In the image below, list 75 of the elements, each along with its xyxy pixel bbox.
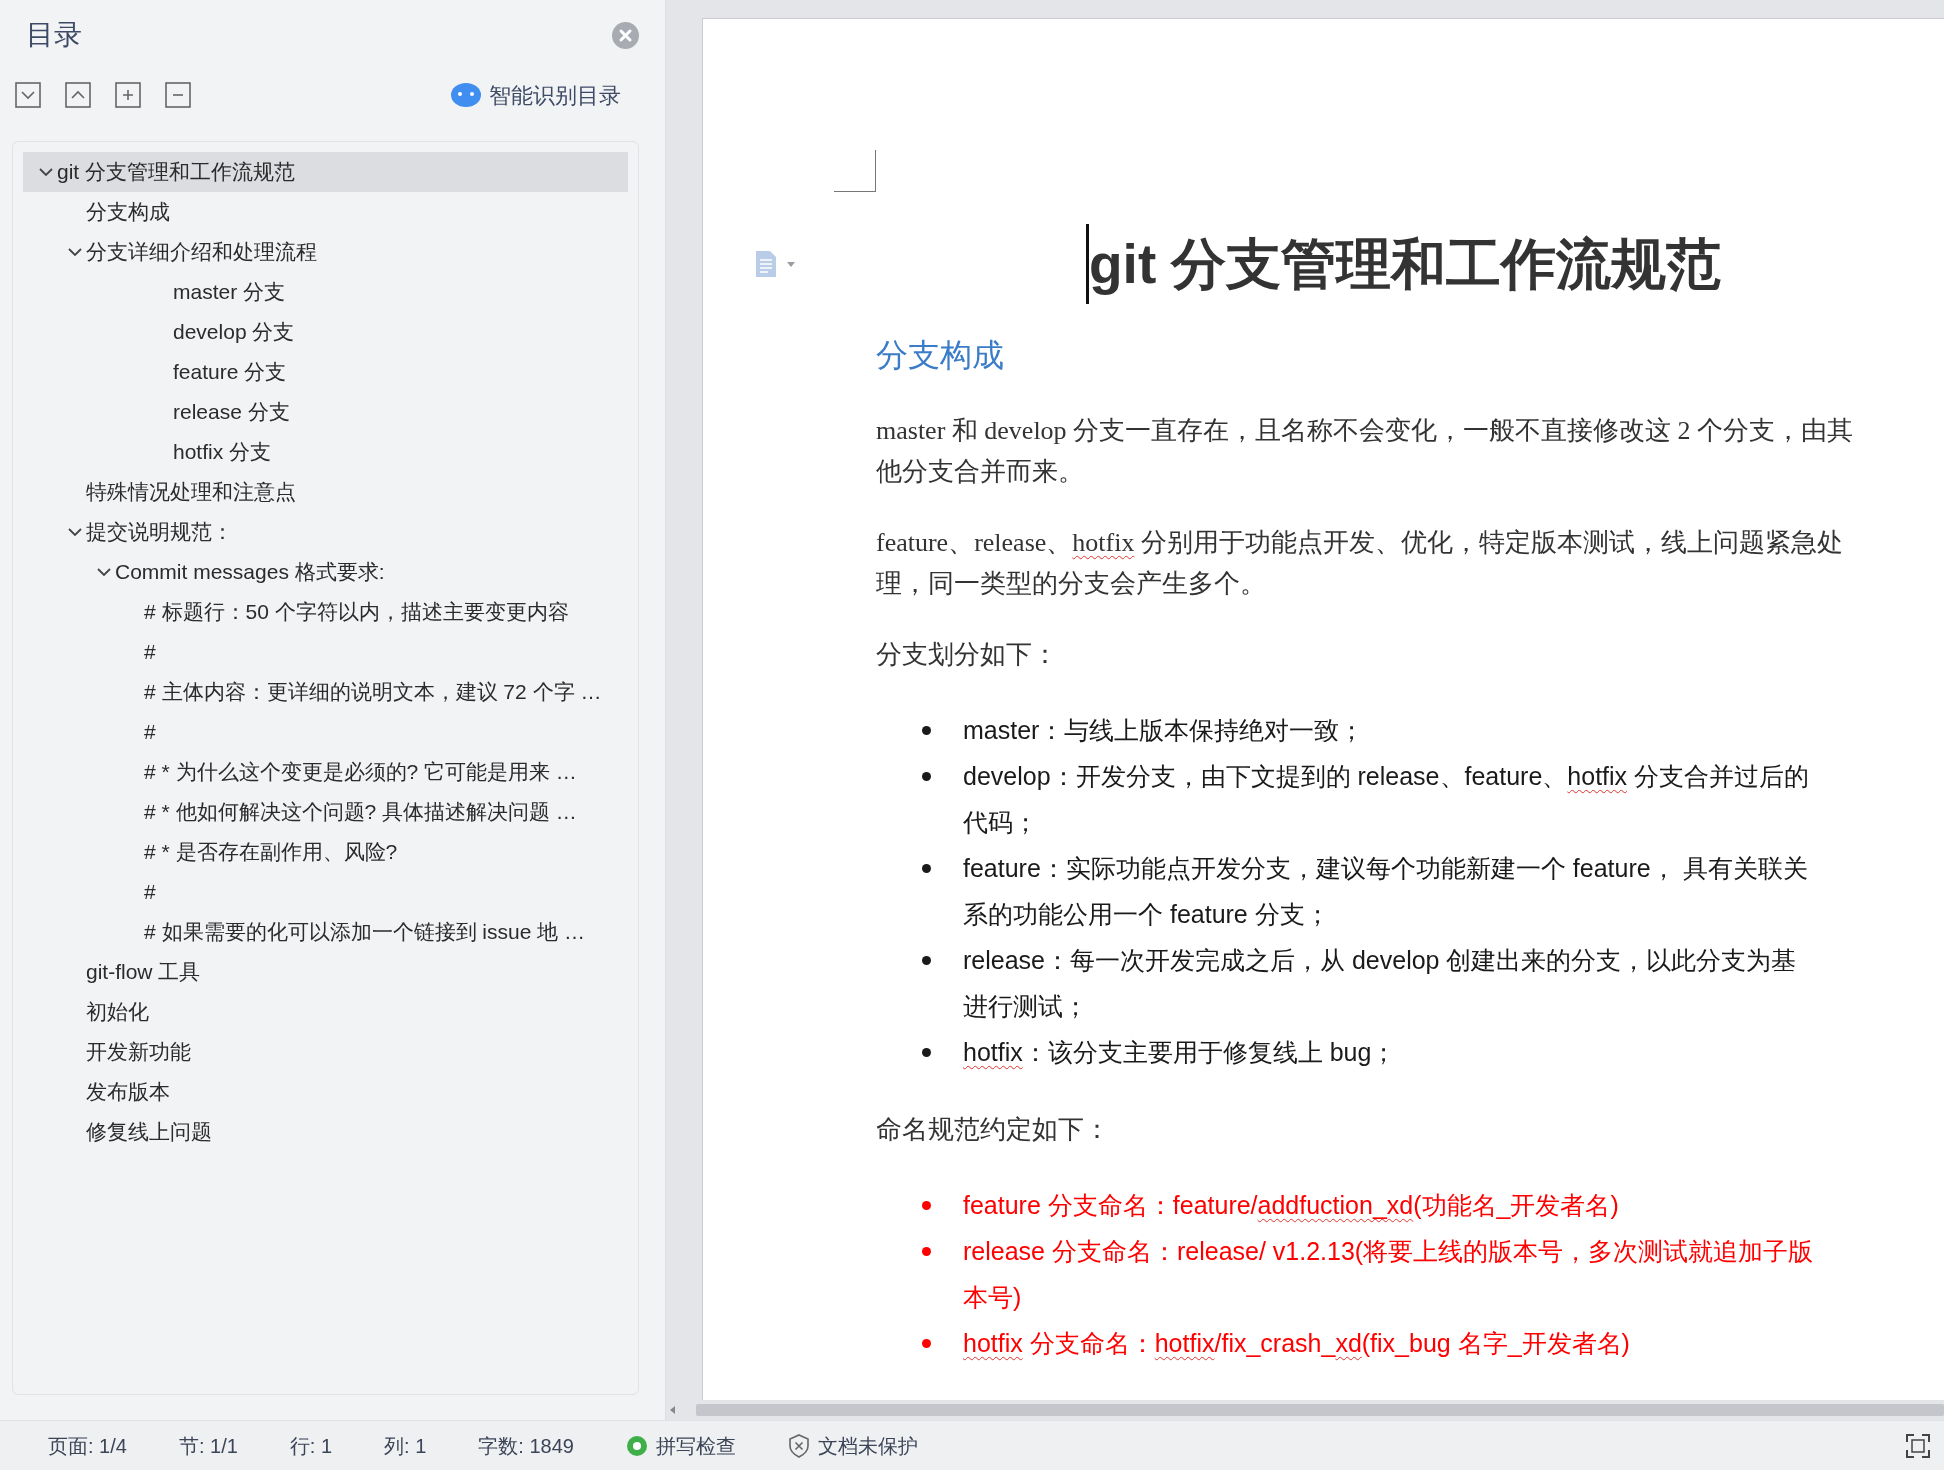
toc-item[interactable]: # 标题行：50 个字符以内，描述主要变更内容 [23, 592, 628, 632]
toc-item[interactable]: 修复线上问题 [23, 1112, 628, 1152]
toc-item[interactable]: 开发新功能 [23, 1032, 628, 1072]
body-text: 分支合并过后的 [1633, 762, 1810, 791]
expand-icon[interactable] [15, 82, 41, 108]
margin-mark [834, 150, 876, 192]
list-item-text: master：与线上版本保持绝对一致； [963, 715, 1365, 747]
toc-item[interactable]: # 如果需要的化可以添加一个链接到 issue 地 … [23, 912, 628, 952]
toc-item[interactable]: 提交说明规范： [23, 512, 628, 552]
status-text: 节: 1/1 [178, 1433, 238, 1459]
toc-item[interactable]: # * 为什么这个变更是必须的? 它可能是用来 … [23, 752, 628, 792]
toc-item[interactable]: 特殊情况处理和注意点 [23, 472, 628, 512]
status-text: 页面: 1/4 [48, 1433, 127, 1459]
paragraph-line: 命名规范约定如下： [876, 1114, 1111, 1147]
toc-item[interactable]: # * 他如何解决这个问题? 具体描述解决问题 … [23, 792, 628, 832]
list-item-text: 系的功能公用一个 feature 分支； [963, 899, 1331, 931]
body-text: feature 分支命名：feature/ [963, 1191, 1258, 1220]
toc-item[interactable]: master 分支 [23, 272, 628, 312]
fullscreen-icon[interactable] [1906, 1433, 1930, 1458]
misspelled-word: xd [1335, 1329, 1362, 1358]
body-text: develop：开发分支，由下文提到的 release、feature、 [963, 762, 1568, 791]
list-item-text: release：每一次开发完成之后，从 develop 创建出来的分支，以此分支为基 [963, 945, 1797, 977]
list-item-text: 代码； [963, 807, 1039, 839]
misspelled-word: hotfix [1567, 762, 1628, 791]
toc-item[interactable]: 发布版本 [23, 1072, 628, 1112]
toc-item[interactable]: feature 分支 [23, 352, 628, 392]
minus-icon[interactable] [165, 82, 191, 108]
robot-icon [451, 83, 481, 107]
status-text: 字数: 1849 [478, 1433, 574, 1459]
toc-item[interactable]: 初始化 [23, 992, 628, 1032]
paragraph-line: 分支划分如下： [876, 639, 1059, 672]
scrollbar-thumb[interactable] [696, 1404, 1944, 1416]
body-text: 分支命名： [1028, 1329, 1155, 1358]
list-item-text: release 分支命名：release/ v1.2.13(将要上线的版本号，多次测试就追加子版 [963, 1236, 1814, 1268]
plus-icon[interactable] [115, 82, 141, 108]
document-title: git 分支管理和工作流规范 [1089, 233, 1722, 295]
toc-item[interactable]: git 分支管理和工作流规范 [23, 152, 628, 192]
shield-icon [787, 1433, 810, 1458]
smart-toc-button[interactable]: 智能识别目录 [489, 78, 621, 112]
section-heading: 分支构成 [876, 336, 1005, 375]
body-text: feature、release、 [876, 528, 1073, 558]
body-text: ：该分支主要用于修复线上 bug； [1022, 1038, 1397, 1067]
list-item-text: feature：实际功能点开发分支，建议每个功能新建一个 feature， 具有关联关 [963, 853, 1808, 885]
paragraph-line: 理，同一类型的分支会产生多个。 [876, 568, 1267, 601]
status-text: 列: 1 [384, 1433, 427, 1459]
list-item-text: 本号) [963, 1282, 1023, 1314]
toc-item[interactable]: develop 分支 [23, 312, 628, 352]
toc-item[interactable]: release 分支 [23, 392, 628, 432]
misspelled-word: hotfix [963, 1038, 1023, 1067]
toc-item[interactable]: # * 是否存在副作用、风险? [23, 832, 628, 872]
paragraph-line: 他分支合并而来。 [876, 456, 1085, 489]
misspelled-word: addfuction_xd [1257, 1191, 1414, 1220]
body-text: (功能名_开发者名) [1413, 1191, 1619, 1220]
collapse-icon[interactable] [65, 82, 91, 108]
status-text: 行: 1 [289, 1433, 333, 1459]
toc-item[interactable]: hotfix 分支 [23, 432, 628, 472]
toc-item[interactable]: # [23, 632, 628, 672]
protection-button[interactable]: 文档未保护 [817, 1430, 918, 1461]
toc-item[interactable]: # 主体内容：更详细的说明文本，建议 72 个字 … [23, 672, 628, 712]
toc-item[interactable]: git-flow 工具 [23, 952, 628, 992]
body-text: (fix_bug 名字_开发者名) [1361, 1329, 1630, 1358]
spell-check-button[interactable]: 拼写检查 [655, 1430, 736, 1461]
toc-item[interactable]: 分支构成 [23, 192, 628, 232]
misspelled-word: hotfix [1072, 528, 1135, 558]
toc-item[interactable]: # [23, 712, 628, 752]
paragraph-line: master 和 develop 分支一直存在，且名称不会变化，一般不直接修改这 2 个分支，由其 [876, 415, 1855, 448]
toc-item[interactable]: 分支详细介绍和处理流程 [23, 232, 628, 272]
panel-title: 目录 [26, 21, 82, 49]
toc-item[interactable]: Commit messages 格式要求: [23, 552, 628, 592]
misspelled-word: hotfix [1154, 1329, 1215, 1358]
toc-item[interactable]: # [23, 872, 628, 912]
misspelled-word: hotfix [963, 1329, 1023, 1358]
body-text: /fix_crash_ [1214, 1329, 1336, 1358]
list-item-text: 进行测试； [963, 991, 1089, 1023]
body-text: 分别用于功能点开发、优化，特定版本测试，线上问题紧急处 [1139, 528, 1843, 558]
